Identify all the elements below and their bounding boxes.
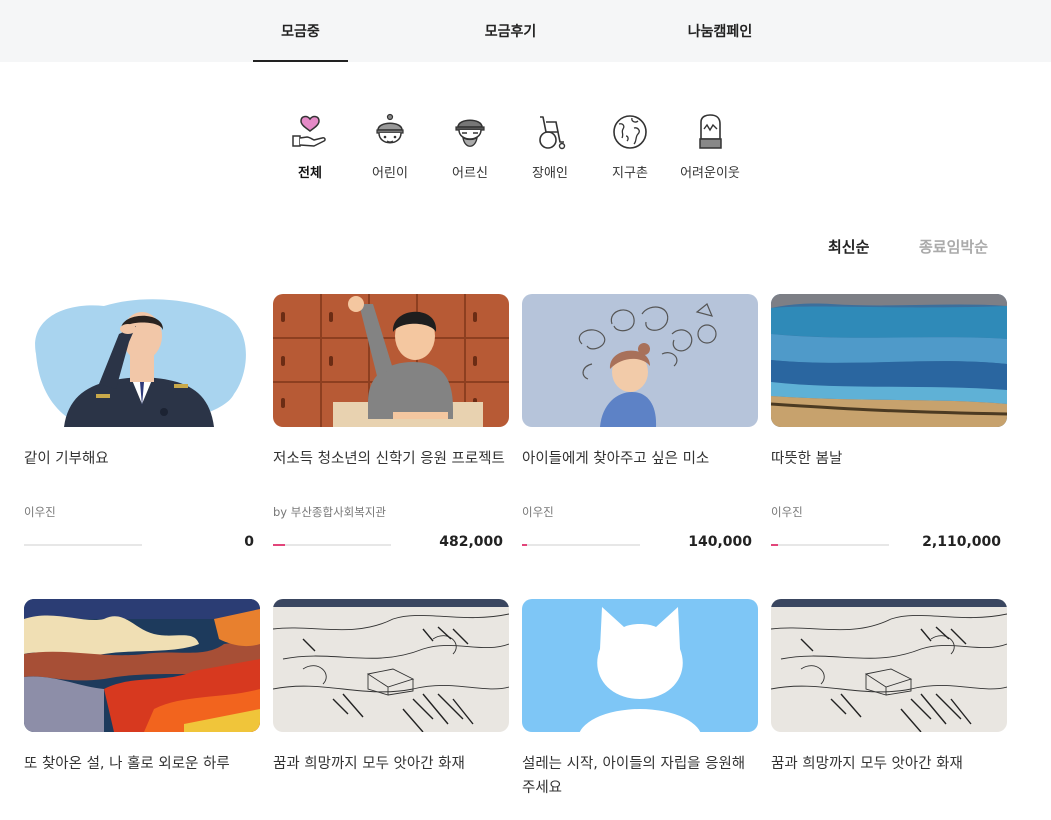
worried-woman-image xyxy=(522,294,758,427)
sea-painting-image xyxy=(771,294,1007,427)
campaign-thumbnail xyxy=(771,294,1007,427)
category-global[interactable]: 지구촌 xyxy=(593,112,667,192)
raised-amount: 140,000 xyxy=(688,534,752,550)
campaign-card[interactable]: 저소득 청소년의 신학기 응원 프로젝트 by 부산종합사회복지관 482,00… xyxy=(273,294,509,564)
campaign-card[interactable]: 설레는 시작, 아이들의 자립을 응원해주세요 xyxy=(522,599,758,809)
raised-amount: 0 xyxy=(244,534,254,550)
campaign-title: 같이 기부해요 xyxy=(24,451,109,467)
campaign-organizer: 이우진 xyxy=(24,505,56,519)
student-raising-hand-image xyxy=(273,294,509,427)
raised-amount: 482,000 xyxy=(439,534,503,550)
abstract-painting-image xyxy=(24,599,260,732)
campaign-card[interactable]: 아이들에게 찾아주고 싶은 미소 이우진 140,000 xyxy=(522,294,758,564)
progress-bar xyxy=(273,544,391,546)
globe-icon xyxy=(613,115,647,149)
campaign-thumbnail xyxy=(24,599,260,732)
progress-fill xyxy=(273,544,285,546)
ink-landscape-sketch-image xyxy=(273,599,509,732)
sort-latest[interactable]: 최신순 xyxy=(828,236,869,257)
progress-fill xyxy=(771,544,779,546)
campaign-title: 따뜻한 봄날 xyxy=(771,451,843,467)
campaign-title: 꿈과 희망까지 모두 앗아간 화재 xyxy=(273,756,465,772)
progress-bar xyxy=(771,544,889,546)
cat-avatar-placeholder-image xyxy=(522,599,758,732)
campaign-title: 또 찾아온 설, 나 홀로 외로운 하루 xyxy=(24,756,230,772)
ink-landscape-sketch-image xyxy=(771,599,1007,732)
campaign-organizer: by 부산종합사회복지관 xyxy=(273,505,386,519)
category-neighbors[interactable]: 어려운이웃 xyxy=(673,112,747,192)
top-tab-bar: 모금중 모금후기 나눔캠페인 xyxy=(0,0,1051,62)
progress-fill xyxy=(522,544,527,546)
campaign-title: 저소득 청소년의 신학기 응원 프로젝트 xyxy=(273,451,505,467)
tab-fundraising[interactable]: 모금중 xyxy=(253,0,348,62)
category-label: 지구촌 xyxy=(612,166,648,181)
campaign-title: 꿈과 희망까지 모두 앗아간 화재 xyxy=(771,756,963,772)
sort-ending-soon[interactable]: 종료임박순 xyxy=(919,236,988,257)
heart-hand-icon xyxy=(292,115,326,147)
tab-reviews[interactable]: 모금후기 xyxy=(463,0,558,62)
raised-amount: 2,110,000 xyxy=(922,534,1001,550)
category-label: 어린이 xyxy=(372,166,408,181)
category-disabled[interactable]: 장애인 xyxy=(513,112,587,192)
campaign-card[interactable]: 따뜻한 봄날 이우진 2,110,000 xyxy=(771,294,1007,564)
campaign-title: 설레는 시작, 아이들의 자립을 응원해주세요 xyxy=(522,756,746,796)
campaign-thumbnail xyxy=(24,294,260,427)
category-children[interactable]: 어린이 xyxy=(353,112,427,192)
child-icon xyxy=(376,113,404,144)
category-elderly[interactable]: 어르신 xyxy=(433,112,507,192)
category-label: 전체 xyxy=(298,166,322,181)
category-label: 어르신 xyxy=(452,166,488,181)
campaign-thumbnail xyxy=(522,599,758,732)
campaign-title: 아이들에게 찾아주고 싶은 미소 xyxy=(522,451,710,467)
progress-bar xyxy=(522,544,640,546)
category-all[interactable]: 전체 xyxy=(273,112,347,192)
campaign-card[interactable]: 꿈과 희망까지 모두 앗아간 화재 xyxy=(273,599,509,809)
category-label: 장애인 xyxy=(532,166,568,181)
mitten-icon xyxy=(699,114,722,149)
campaign-thumbnail xyxy=(273,599,509,732)
campaign-organizer: 이우진 xyxy=(522,505,554,519)
campaign-thumbnail xyxy=(273,294,509,427)
category-label: 어려운이웃 xyxy=(680,166,740,181)
campaign-card[interactable]: 또 찾아온 설, 나 홀로 외로운 하루 xyxy=(24,599,260,809)
campaign-thumbnail xyxy=(771,599,1007,732)
soldier-salute-image xyxy=(24,294,260,427)
campaign-thumbnail xyxy=(522,294,758,427)
wheelchair-icon xyxy=(539,116,566,150)
campaign-card[interactable]: 같이 기부해요 이우진 0 xyxy=(24,294,260,564)
progress-bar xyxy=(24,544,142,546)
campaign-card[interactable]: 꿈과 희망까지 모두 앗아간 화재 xyxy=(771,599,1007,809)
tab-campaigns[interactable]: 나눔캠페인 xyxy=(660,0,780,62)
elder-icon xyxy=(455,119,485,147)
campaign-organizer: 이우진 xyxy=(771,505,803,519)
